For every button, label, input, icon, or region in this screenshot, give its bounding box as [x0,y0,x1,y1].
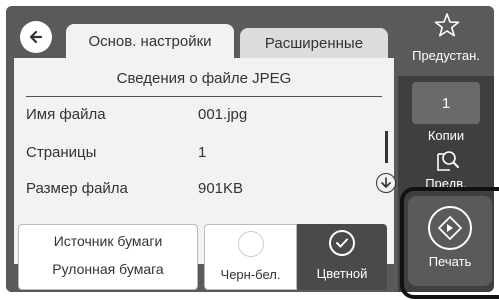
info-label: Имя файла [26,106,106,123]
scroll-down-button[interactable] [376,173,396,193]
print-icon [428,206,472,250]
print-label: Печать [428,254,472,269]
divider [26,96,382,97]
star-icon [434,13,460,37]
radio-unchecked-icon [237,231,264,257]
print-button[interactable]: Печать [408,196,492,286]
preset-label: Предустан. [412,48,480,63]
info-label: Размер файла [26,180,128,197]
paper-source-button[interactable]: Источник бумаги Рулонная бумага [18,224,198,290]
preview-icon[interactable] [432,148,460,174]
paper-source-label: Источник бумаги [53,233,163,249]
info-value: 1 [198,144,207,161]
color-mode-button[interactable]: Цветной [297,224,387,290]
back-arrow-icon [29,30,43,44]
scrollbar[interactable] [385,131,388,163]
tab-basic-settings[interactable]: Основ. настройки [66,24,234,58]
tab-advanced[interactable]: Расширенные [240,28,388,58]
info-value: 901KB [198,180,244,197]
arrow-down-icon [381,177,391,188]
back-button[interactable] [20,21,52,53]
printer-panel: Основ. настройки Расширенные Сведения о … [0,0,499,300]
copies-label: Копии [427,128,465,143]
info-value: 001.jpg [198,106,248,123]
file-info-title: Сведения о файле JPEG [116,70,292,87]
checkmark-icon [329,230,355,256]
bw-mode-button[interactable]: Черн-бел. [204,224,297,290]
paper-source-value: Рулонная бумага [52,261,164,277]
bw-mode-label: Черн-бел. [220,267,281,282]
copies-input[interactable]: 1 [412,82,480,124]
color-mode-label: Цветной [316,266,368,281]
preset-button[interactable]: Предустан. [398,6,494,76]
info-label: Страницы [26,144,97,161]
